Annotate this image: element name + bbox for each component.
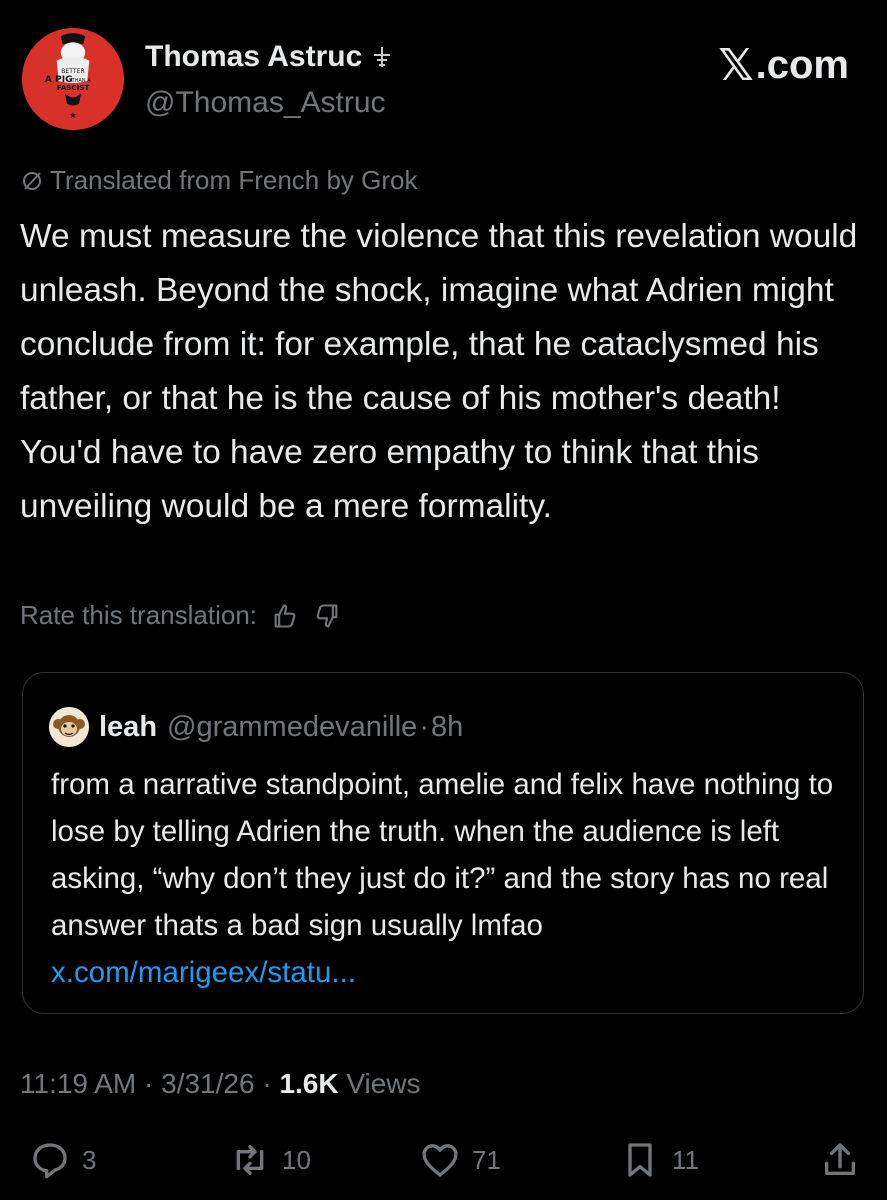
avatar-text-4: FASCIST	[57, 83, 90, 92]
tweet-time: 11:19 AM	[20, 1068, 137, 1099]
affiliate-badge-icon	[374, 47, 391, 67]
quoted-tweet-header: leah @grammedevanille · 8h	[49, 707, 463, 747]
thumbs-down-icon[interactable]	[313, 602, 341, 630]
tweet-paragraph: We must measure the violence that this r…	[20, 218, 858, 417]
bookmark-icon	[628, 1143, 652, 1177]
bookmark-count: 11	[672, 1144, 699, 1175]
quote-author-name[interactable]: leah	[99, 711, 157, 744]
translation-notice: Translated from French by Grok	[20, 165, 418, 196]
author-handle[interactable]: @Thomas_Astruc	[145, 86, 386, 120]
author-avatar-image: BETTER A PIG THAN A FASCIST ★	[22, 28, 124, 130]
rate-translation-label: Rate this translation:	[20, 600, 258, 630]
translation-label: Translated from French by Grok	[50, 165, 418, 195]
heart-icon	[422, 1144, 458, 1177]
share-button[interactable]	[820, 1140, 860, 1180]
tweet-text: We must measure the violence that this r…	[20, 210, 875, 534]
site-logo: 𝕏 .com	[718, 40, 849, 91]
author-display-name[interactable]: Thomas Astruc	[145, 40, 394, 74]
x-logo-icon: 𝕏	[718, 41, 754, 90]
rate-translation: Rate this translation:	[20, 600, 341, 631]
bookmark-button[interactable]: 11	[620, 1140, 699, 1180]
quoted-tweet-text: from a narrative standpoint, amelie and …	[51, 761, 841, 996]
reply-icon	[33, 1143, 67, 1179]
quote-separator: ·	[419, 710, 429, 743]
views-count: 1.6K	[279, 1068, 339, 1099]
reply-count: 3	[82, 1144, 97, 1175]
reply-button[interactable]: 3	[30, 1140, 96, 1180]
repost-count: 10	[282, 1144, 311, 1175]
quote-timestamp: 8h	[430, 710, 464, 743]
tweet-meta: 11:19 AM · 3/31/26 · 1.6K Views	[20, 1068, 421, 1100]
quote-link[interactable]: x.com/marigeex/statu...	[51, 956, 356, 989]
translate-icon	[23, 171, 41, 190]
monkey-avatar-icon	[49, 707, 89, 747]
quote-author-handle[interactable]: @grammedevanille	[167, 711, 417, 744]
repost-button[interactable]: 10	[230, 1140, 311, 1180]
author-name-text: Thomas Astruc	[145, 40, 363, 73]
repost-icon	[236, 1145, 264, 1175]
tweet-action-bar: 3 10 71 11	[20, 1140, 867, 1190]
like-button[interactable]: 71	[420, 1140, 501, 1180]
quote-body: from a narrative standpoint, amelie and …	[51, 768, 834, 942]
quoted-tweet[interactable]: leah @grammedevanille · 8h from a narrat…	[22, 672, 864, 1014]
views-label: Views	[338, 1068, 421, 1099]
share-icon	[825, 1143, 855, 1175]
quote-avatar[interactable]	[49, 707, 89, 747]
thumbs-up-icon[interactable]	[271, 602, 299, 630]
site-logo-text: .com	[755, 43, 849, 87]
meta-separator: ·	[136, 1068, 162, 1099]
like-count: 71	[472, 1144, 501, 1175]
svg-text:★: ★	[69, 110, 76, 120]
author-avatar[interactable]: BETTER A PIG THAN A FASCIST ★	[22, 28, 124, 130]
meta-separator: ·	[254, 1068, 280, 1099]
tweet-paragraph: You'd have to have zero empathy to think…	[20, 434, 759, 525]
tweet-date: 3/31/26	[161, 1068, 255, 1099]
